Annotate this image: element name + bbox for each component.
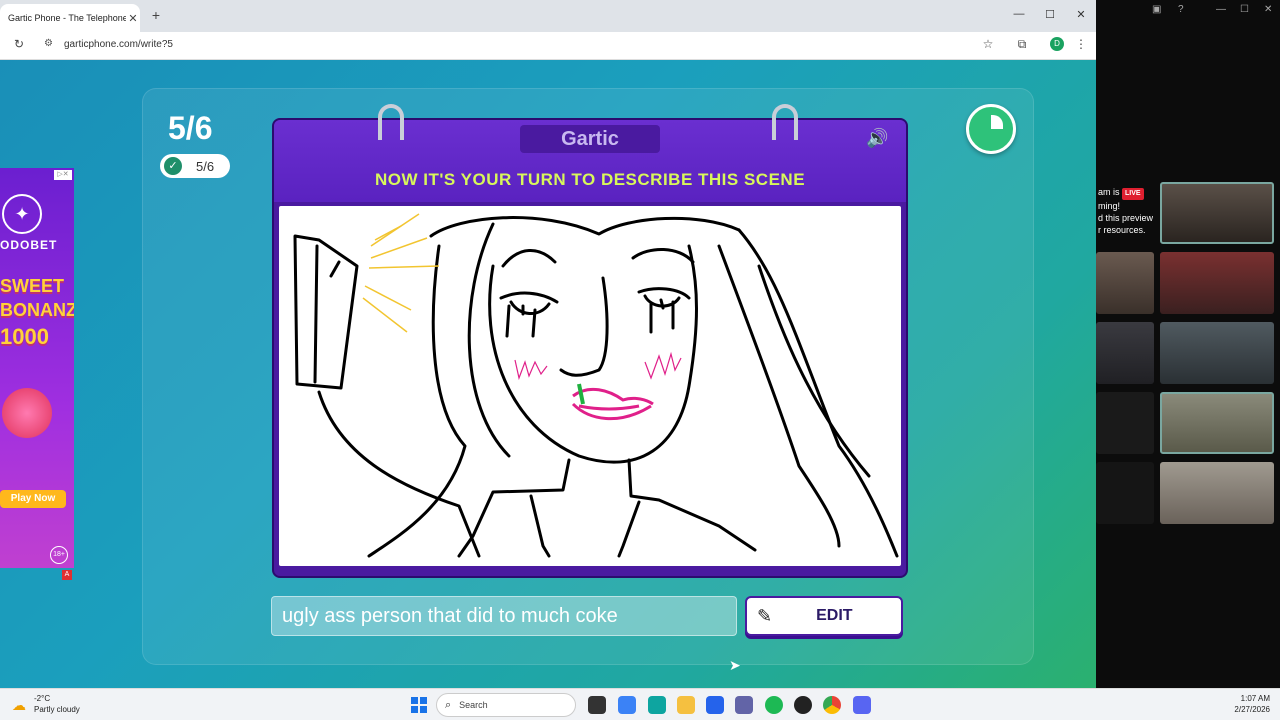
timer-icon — [966, 104, 1016, 154]
screen: Gartic Phone - The Telephone G ✕ + — ☐ ✕… — [0, 0, 1280, 720]
windows-start-icon[interactable] — [411, 697, 427, 713]
ad-close-icon[interactable]: ▷✕ — [54, 170, 72, 180]
binder-ring-left — [378, 104, 404, 140]
live-notice: am is LIVE ming! d this preview r resour… — [1098, 186, 1153, 236]
panel-maximize-icon[interactable]: ☐ — [1240, 4, 1249, 15]
ad-title-3: 1000 — [0, 324, 49, 349]
players-done-count: 5/6 — [196, 158, 215, 174]
participant-tile[interactable] — [1160, 252, 1274, 314]
participant-tile[interactable] — [1160, 182, 1274, 244]
sound-icon[interactable]: 🔊 — [866, 128, 888, 149]
tab-title: Gartic Phone - The Telephone G — [8, 13, 126, 23]
tab-close-icon[interactable]: ✕ — [126, 12, 140, 25]
chrome-icon[interactable] — [823, 696, 841, 714]
search-icon: ⌕ — [445, 698, 452, 711]
participant-tile[interactable] — [1096, 252, 1154, 314]
ad-logo-icon: ✦ — [2, 194, 42, 234]
drawing-canvas — [279, 206, 901, 566]
edit-button[interactable]: ✎ EDIT — [745, 596, 903, 636]
profile-avatar[interactable]: D — [1050, 37, 1064, 51]
gartic-logo: Gartic — [520, 125, 660, 153]
copilot-icon[interactable] — [618, 696, 636, 714]
clock-date: 2/27/2026 — [1234, 705, 1270, 714]
weather-icon[interactable]: ☁ — [12, 697, 26, 714]
card-header: Gartic 🔊 NOW IT'S YOUR TURN TO DESCRIBE … — [274, 120, 906, 202]
binder-ring-right — [772, 104, 798, 140]
task-view-icon[interactable] — [588, 696, 606, 714]
check-icon: ✓ — [164, 157, 182, 175]
edit-button-label: EDIT — [816, 607, 853, 624]
ad-candy-image — [2, 388, 52, 438]
panel-close-icon[interactable]: ✕ — [1264, 4, 1272, 15]
participant-tile[interactable] — [1160, 462, 1274, 524]
participant-tile[interactable] — [1096, 392, 1154, 454]
drawing — [293, 213, 899, 558]
round-counter: 5/6 — [168, 110, 213, 146]
scene-card: Gartic 🔊 NOW IT'S YOUR TURN TO DESCRIBE … — [272, 104, 908, 578]
spotify-icon[interactable] — [765, 696, 783, 714]
taskbar-search[interactable]: ⌕ Search — [436, 693, 576, 717]
menu-dots-icon[interactable]: ⋮ — [1073, 37, 1089, 51]
maximize-button[interactable]: ☐ — [1043, 8, 1057, 21]
outlook-icon[interactable] — [706, 696, 724, 714]
discord-icon[interactable] — [853, 696, 871, 714]
site-info-icon[interactable]: ⚙ — [44, 38, 53, 49]
tab-bar: Gartic Phone - The Telephone G ✕ + — ☐ ✕ — [0, 0, 1096, 32]
live-badge: LIVE — [1122, 188, 1144, 200]
edge-icon[interactable] — [648, 696, 666, 714]
help-icon[interactable]: ? — [1178, 4, 1184, 15]
live-line-3: d this preview — [1098, 213, 1154, 223]
description-input[interactable]: ugly ass person that did to much coke — [271, 596, 737, 636]
bookmark-star-icon[interactable]: ☆ — [980, 37, 996, 51]
weather-desc: Partly cloudy — [34, 705, 80, 714]
live-line-2: ming! — [1098, 201, 1121, 211]
minimize-button[interactable]: — — [1012, 8, 1026, 20]
mouse-cursor-icon: ➤ — [729, 657, 741, 673]
teams-icon[interactable] — [735, 696, 753, 714]
extensions-icon[interactable]: ⧉ — [1014, 37, 1030, 52]
reload-icon[interactable]: ↻ — [14, 37, 24, 51]
search-label: Search — [459, 700, 488, 710]
new-tab-button[interactable]: + — [148, 7, 164, 23]
pencil-icon: ✎ — [757, 605, 773, 626]
taskbar: ☁ -2°C Partly cloudy ⌕ Search 1:07 AM 2/… — [0, 688, 1280, 720]
weather-temp: -2°C — [34, 694, 51, 703]
tab-gartic-phone[interactable]: Gartic Phone - The Telephone G ✕ — [0, 4, 140, 32]
obs-icon[interactable] — [794, 696, 812, 714]
file-explorer-icon[interactable] — [677, 696, 695, 714]
ad-brand: ODOBET — [0, 238, 58, 252]
ad-age-badge: 18+ — [50, 546, 68, 564]
ad-title-2: BONANZA — [0, 300, 74, 320]
address-bar-row: ↻ ⚙ garticphone.com/write?5 ☆ ⧉ ⋮ — [0, 32, 1096, 60]
participant-tile[interactable] — [1160, 322, 1274, 384]
live-line-4: r resources. — [1098, 225, 1146, 235]
video-call-panel: ▣ ? — ☐ ✕ am is LIVE ming! d this previe… — [1096, 0, 1280, 688]
participant-tile[interactable] — [1096, 462, 1154, 524]
ad-choices-icon[interactable]: A — [62, 570, 72, 580]
players-done-badge: ✓ 5/6 — [160, 154, 230, 178]
url-field[interactable]: garticphone.com/write?5 — [64, 39, 173, 50]
browser-window: Gartic Phone - The Telephone G ✕ + — ☐ ✕… — [0, 0, 1096, 688]
camera-icon[interactable]: ▣ — [1152, 4, 1161, 15]
casino-ad[interactable]: ▷✕ ✦ ODOBET SWEET BONANZA 1000 Play Now … — [0, 168, 74, 568]
participant-tile[interactable] — [1160, 392, 1274, 454]
panel-minimize-icon[interactable]: — — [1216, 4, 1226, 15]
ad-title-1: SWEET — [0, 276, 65, 296]
close-window-button[interactable]: ✕ — [1074, 8, 1088, 21]
instruction-title: NOW IT'S YOUR TURN TO DESCRIBE THIS SCEN… — [374, 170, 806, 189]
ad-play-now-button[interactable]: Play Now — [0, 490, 66, 508]
live-line-1: am is — [1098, 187, 1120, 197]
participant-tile[interactable] — [1096, 322, 1154, 384]
clock-time: 1:07 AM — [1240, 694, 1270, 703]
